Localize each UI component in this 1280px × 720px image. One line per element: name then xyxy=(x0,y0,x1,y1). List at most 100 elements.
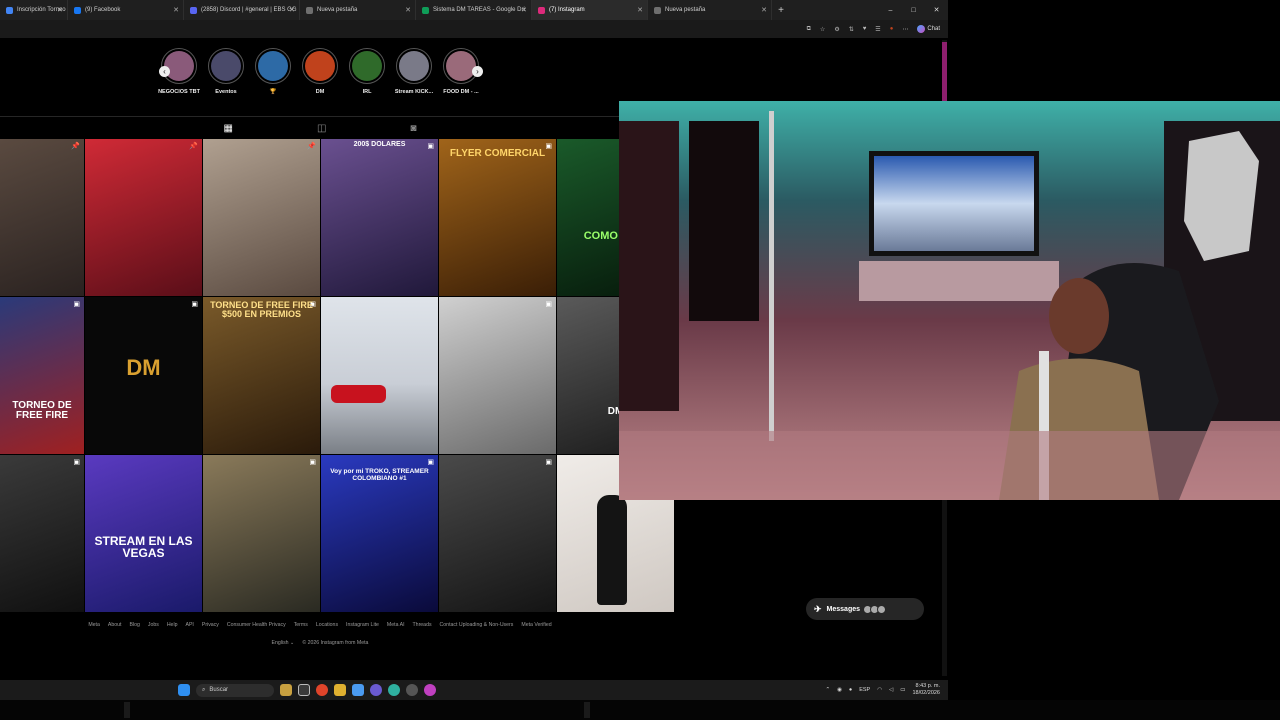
post-thumbnail[interactable]: ▣ Voy por mi TROKO, STREAMER COLOMBIANO #… xyxy=(321,455,438,612)
browser-tab[interactable]: Nueva pestaña ✕ xyxy=(648,0,772,20)
post-thumbnail[interactable]: ▣ FLYER COMERCIAL xyxy=(439,139,556,296)
posts-grid-icon[interactable]: ▦ xyxy=(224,118,233,138)
footer-link[interactable]: Blog xyxy=(129,622,139,628)
post-overlay-text: 200$ DOLARES xyxy=(353,141,406,148)
favorite-star-icon[interactable]: ☆ xyxy=(820,26,825,33)
footer-link[interactable]: Privacy xyxy=(202,622,219,628)
tab-favicon-icon xyxy=(74,6,81,14)
chevron-left-icon[interactable]: ‹ xyxy=(159,66,170,77)
app-icon[interactable] xyxy=(406,684,418,696)
profile-avatar[interactable]: ● xyxy=(890,26,894,32)
footer-link[interactable]: About xyxy=(108,622,122,628)
network-icon[interactable]: ◉ xyxy=(837,687,842,693)
favorites-icon[interactable]: ♥ xyxy=(863,26,867,32)
chrome-icon[interactable] xyxy=(316,684,328,696)
footer-link[interactable]: Contact Uploading & Non-Users xyxy=(440,622,514,628)
browser-tab[interactable]: (9) Facebook ✕ xyxy=(68,0,184,20)
post-thumbnail[interactable]: ▣ xyxy=(439,455,556,612)
story-highlight[interactable]: Stream KICK... xyxy=(395,48,433,95)
footer-link[interactable]: Jobs xyxy=(148,622,159,628)
chevron-right-icon[interactable]: › xyxy=(472,66,483,77)
post-thumbnail[interactable]: ▣ xyxy=(203,455,320,612)
footer-link[interactable]: Meta xyxy=(88,622,100,628)
edge-icon[interactable] xyxy=(388,684,400,696)
footer-link[interactable]: Help xyxy=(167,622,178,628)
browser-tab-active[interactable]: (7) Instagram ✕ xyxy=(532,0,648,20)
minimize-button[interactable]: – xyxy=(879,7,902,14)
settings-icon[interactable] xyxy=(298,684,310,696)
post-thumbnail[interactable]: 📌 xyxy=(85,139,202,296)
post-thumbnail[interactable]: ▣ TORNEO DE FREE FIRE xyxy=(0,297,84,454)
highlight-label: DM xyxy=(315,89,325,95)
store-icon[interactable] xyxy=(352,684,364,696)
collections-icon[interactable]: ☰ xyxy=(875,26,880,33)
file-explorer-icon[interactable] xyxy=(334,684,346,696)
footer-link[interactable]: Instagram Lite xyxy=(346,622,379,628)
tv-stand xyxy=(859,261,1059,301)
reel-icon: ▣ xyxy=(545,459,552,466)
more-menu-icon[interactable]: ⋯ xyxy=(902,26,908,33)
wifi-icon[interactable]: ◠ xyxy=(877,687,882,693)
footer-link[interactable]: Consumer Health Privacy xyxy=(227,622,286,628)
post-thumbnail[interactable]: 📌 xyxy=(0,139,84,296)
footer-link[interactable]: Terms xyxy=(294,622,308,628)
battery-icon[interactable]: ▭ xyxy=(900,687,905,693)
sync-icon[interactable]: ⇅ xyxy=(849,26,854,33)
new-tab-button[interactable]: + xyxy=(772,5,790,16)
browser-tab[interactable]: Inscripción Torneo ✕ xyxy=(0,0,68,20)
copilot-chat-button[interactable]: Chat xyxy=(917,25,940,33)
floor xyxy=(619,431,1280,500)
post-thumbnail[interactable]: ▣ DM xyxy=(85,297,202,454)
close-tab-icon[interactable]: ✕ xyxy=(637,6,643,14)
clock[interactable]: 8:43 p. m. 18/02/2026 xyxy=(912,683,940,696)
app-icon[interactable] xyxy=(370,684,382,696)
footer-link[interactable]: API xyxy=(185,622,193,628)
close-tab-icon[interactable]: ✕ xyxy=(761,6,767,14)
maximize-button[interactable]: □ xyxy=(902,7,925,14)
widgets-icon[interactable] xyxy=(280,684,292,696)
messages-button[interactable]: ✈ Messages xyxy=(806,598,924,620)
post-thumbnail[interactable]: ▣ xyxy=(439,297,556,454)
language-selector[interactable]: English ⌄ xyxy=(272,640,295,646)
app-icon[interactable] xyxy=(424,684,436,696)
browser-tab[interactable]: Sistema DM TAREAS - Google Dri ✕ xyxy=(416,0,532,20)
microphone-icon[interactable]: ● xyxy=(849,687,852,693)
chevron-up-icon[interactable]: ⌃ xyxy=(825,687,830,693)
footer-link[interactable]: Locations xyxy=(316,622,338,628)
story-highlight[interactable]: 🏆 xyxy=(254,48,292,95)
browser-tab[interactable]: Nueva pestaña ✕ xyxy=(300,0,416,20)
close-tab-icon[interactable]: ✕ xyxy=(405,6,411,14)
footer-link[interactable]: Threads xyxy=(413,622,432,628)
post-thumbnail[interactable]: ▣ 200$ DOLARES xyxy=(321,139,438,296)
story-highlight[interactable]: IRL xyxy=(348,48,386,95)
tagged-icon[interactable]: ◙ xyxy=(410,118,416,138)
taskbar-search[interactable]: ⌕ Buscar xyxy=(196,683,274,697)
post-thumbnail[interactable]: ▣ TORNEO DE FREE FIRE $500 EN PREMIOS xyxy=(203,297,320,454)
volume-icon[interactable]: ◁ xyxy=(889,687,893,693)
close-tab-icon[interactable]: ✕ xyxy=(173,6,179,14)
close-tab-icon[interactable]: ✕ xyxy=(289,6,295,14)
post-thumbnail[interactable]: ▣ xyxy=(0,455,84,612)
system-tray: ⌃ ◉ ● ESP ◠ ◁ ▭ 8:43 p. m. 18/02/2026 xyxy=(825,680,940,700)
browser-tab[interactable]: (2858) Discord | #general | EBS GG ✕ xyxy=(184,0,300,20)
reels-icon[interactable]: ◫ xyxy=(317,118,326,138)
story-highlight[interactable]: Eventos xyxy=(207,48,245,95)
post-thumbnail[interactable]: STREAM EN LAS VEGAS xyxy=(85,455,202,612)
split-screen-icon[interactable]: ⧉ xyxy=(807,26,811,33)
close-tab-icon[interactable]: ✕ xyxy=(521,6,527,14)
footer-meta: English ⌄ © 2026 Instagram from Meta xyxy=(0,640,640,646)
tab-favicon-icon xyxy=(190,6,197,14)
windows-start-icon[interactable] xyxy=(178,684,190,696)
footer-link[interactable]: Meta AI xyxy=(387,622,405,628)
extensions-icon[interactable]: ⚙ xyxy=(834,26,839,33)
footer-link[interactable]: Meta Verified xyxy=(521,622,551,628)
tab-title: Sistema DM TAREAS - Google Dri xyxy=(433,7,525,13)
post-thumbnail[interactable]: 📌 xyxy=(203,139,320,296)
story-highlight[interactable]: DM xyxy=(301,48,339,95)
tab-favicon-icon xyxy=(6,6,13,14)
close-tab-icon[interactable]: ✕ xyxy=(57,6,63,14)
close-window-button[interactable]: ✕ xyxy=(925,6,948,14)
language-indicator[interactable]: ESP xyxy=(859,687,870,693)
highlight-thumbnail xyxy=(399,51,429,81)
post-thumbnail[interactable] xyxy=(321,297,438,454)
